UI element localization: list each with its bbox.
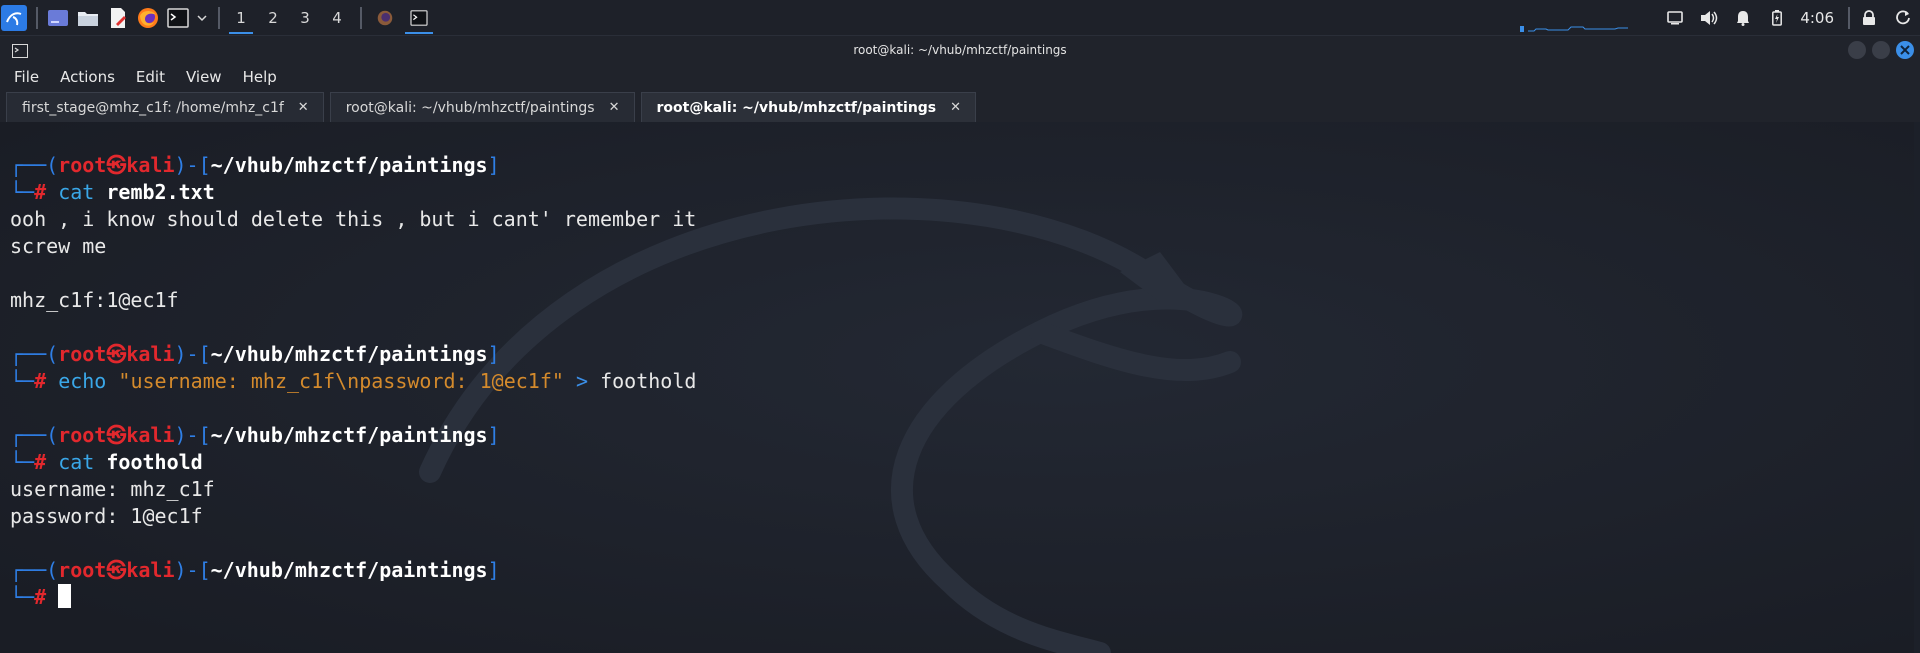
- tab-bar: first_stage@mhz_c1f: /home/mhz_c1f ✕ roo…: [0, 90, 1920, 122]
- terminal-scrollbar[interactable]: [1914, 122, 1920, 653]
- kali-menu-icon[interactable]: [0, 3, 28, 33]
- top-panel: 1 2 3 4 4:06: [0, 0, 1920, 36]
- prompt-line-command: └─# echo "username: mhz_c1f\npassword: 1…: [10, 369, 697, 393]
- text-editor-icon[interactable]: [104, 3, 132, 33]
- prompt-line-command: └─# cat foothold: [10, 450, 203, 474]
- power-icon[interactable]: [1886, 0, 1920, 35]
- tab-close-icon[interactable]: ✕: [298, 100, 309, 115]
- prompt-line-top: ┌──(root㉿kali)-[~/vhub/mhzctf/paintings]: [10, 558, 500, 582]
- lock-icon[interactable]: [1852, 0, 1886, 35]
- taskbar-terminal-icon[interactable]: [402, 0, 436, 35]
- terminal-output: ┌──(root㉿kali)-[~/vhub/mhzctf/paintings]…: [10, 152, 696, 611]
- tab-close-icon[interactable]: ✕: [609, 100, 620, 115]
- workspace-3[interactable]: 3: [290, 0, 320, 35]
- terminal-window-icon: [12, 43, 28, 62]
- panel-separator: [36, 6, 38, 29]
- panel-separator: [218, 6, 220, 29]
- tab-label: root@kali: ~/vhub/mhzctf/paintings: [345, 99, 595, 116]
- menu-bar: File Actions Edit View Help: [0, 64, 1920, 90]
- panel-separator: [1848, 6, 1850, 29]
- menu-actions[interactable]: Actions: [53, 68, 123, 86]
- battery-icon[interactable]: [1760, 0, 1794, 35]
- tab-close-icon[interactable]: ✕: [950, 100, 961, 115]
- file-manager-icon[interactable]: [74, 3, 102, 33]
- tab-first-stage[interactable]: first_stage@mhz_c1f: /home/mhz_c1f ✕: [6, 92, 324, 122]
- taskbar-firefox-icon[interactable]: [368, 0, 402, 35]
- panel-separator: [360, 6, 362, 29]
- maximize-button[interactable]: [1872, 41, 1890, 59]
- menu-edit[interactable]: Edit: [129, 68, 173, 86]
- output-line: username: mhz_c1f: [10, 477, 215, 501]
- prompt-line-top: ┌──(root㉿kali)-[~/vhub/mhzctf/paintings]: [10, 153, 500, 177]
- chevron-down-icon[interactable]: [194, 3, 210, 33]
- menu-file[interactable]: File: [7, 68, 47, 86]
- cpu-graph: [1520, 26, 1628, 32]
- tab-root-kali-1[interactable]: root@kali: ~/vhub/mhzctf/paintings ✕: [329, 92, 635, 122]
- tab-root-kali-2[interactable]: root@kali: ~/vhub/mhzctf/paintings ✕: [640, 92, 977, 122]
- active-prompt-line[interactable]: └─#: [10, 584, 696, 611]
- window-title: root@kali: ~/vhub/mhzctf/paintings: [853, 43, 1067, 57]
- volume-icon[interactable]: [1692, 0, 1726, 35]
- desktop-icon[interactable]: [44, 3, 72, 33]
- tab-label: root@kali: ~/vhub/mhzctf/paintings: [656, 99, 937, 116]
- text-cursor: [58, 584, 72, 608]
- output-line: password: 1@ec1f: [10, 504, 203, 528]
- window-titlebar[interactable]: root@kali: ~/vhub/mhzctf/paintings: [0, 36, 1920, 64]
- terminal-icon[interactable]: [164, 3, 192, 33]
- workspace-2[interactable]: 2: [258, 0, 288, 35]
- menu-view[interactable]: View: [179, 68, 230, 86]
- prompt-line-top: ┌──(root㉿kali)-[~/vhub/mhzctf/paintings]: [10, 342, 500, 366]
- notification-bell-icon[interactable]: [1726, 0, 1760, 35]
- output-line: screw me: [10, 234, 107, 258]
- display-icon[interactable]: [1658, 0, 1692, 35]
- workspace-4[interactable]: 4: [322, 0, 352, 35]
- prompt-line-command: └─# cat remb2.txt: [10, 180, 215, 204]
- minimize-button[interactable]: [1848, 41, 1866, 59]
- tab-label: first_stage@mhz_c1f: /home/mhz_c1f: [22, 99, 284, 116]
- firefox-icon[interactable]: [134, 3, 162, 33]
- terminal-area[interactable]: ┌──(root㉿kali)-[~/vhub/mhzctf/paintings]…: [0, 122, 1920, 653]
- system-tray: 4:06: [1658, 0, 1920, 35]
- output-line: ooh , i know should delete this , but i …: [10, 207, 697, 231]
- prompt-line-top: ┌──(root㉿kali)-[~/vhub/mhzctf/paintings]: [10, 423, 500, 447]
- close-button[interactable]: [1896, 41, 1914, 59]
- menu-help[interactable]: Help: [236, 68, 285, 86]
- close-icon: [1900, 45, 1910, 55]
- clock[interactable]: 4:06: [1794, 9, 1846, 27]
- workspace-1[interactable]: 1: [226, 0, 256, 35]
- output-line: mhz_c1f:1@ec1f: [10, 288, 179, 312]
